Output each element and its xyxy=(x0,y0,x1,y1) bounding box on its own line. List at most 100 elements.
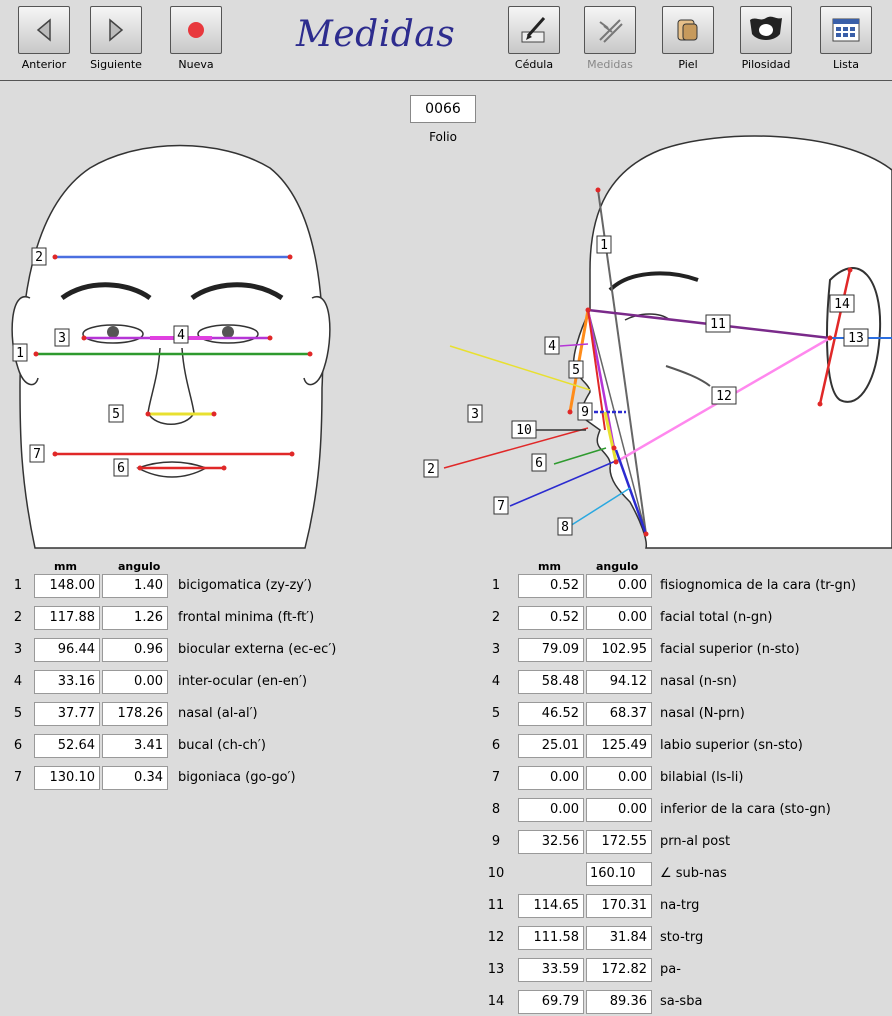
mm-field[interactable]: 0.00 xyxy=(518,766,584,790)
svg-text:1: 1 xyxy=(600,238,608,253)
siguiente-button[interactable]: Siguiente xyxy=(88,6,144,71)
angle-field[interactable]: 0.00 xyxy=(102,670,168,694)
measurement-description: na-trg xyxy=(660,898,700,913)
angle-field[interactable]: 31.84 xyxy=(586,926,652,950)
angle-field[interactable]: 3.41 xyxy=(102,734,168,758)
mm-field[interactable]: 37.77 xyxy=(34,702,100,726)
lista-button[interactable]: Lista xyxy=(818,6,874,71)
pen-icon xyxy=(521,17,546,43)
angle-field[interactable]: 0.96 xyxy=(102,638,168,662)
angle-field[interactable]: 89.36 xyxy=(586,990,652,1014)
angle-field[interactable]: 172.55 xyxy=(586,830,652,854)
right-arrow-icon xyxy=(109,18,124,42)
measurement-description: pa- xyxy=(660,962,681,977)
angle-field[interactable]: 0.34 xyxy=(102,766,168,790)
front-label-1: 1 xyxy=(12,343,28,362)
mm-field[interactable]: 117.88 xyxy=(34,606,100,630)
toolbar: Anterior Siguiente Nueva Medidas Cédula … xyxy=(0,0,892,81)
folio-field[interactable]: 0066 xyxy=(410,95,476,123)
angle-field[interactable]: 0.00 xyxy=(586,766,652,790)
svg-text:4: 4 xyxy=(177,328,185,343)
angle-field[interactable]: 125.49 xyxy=(586,734,652,758)
skin-icon xyxy=(677,19,698,41)
mm-field[interactable]: 130.10 xyxy=(34,766,100,790)
mm-field[interactable]: 25.01 xyxy=(518,734,584,758)
medidas-button[interactable]: Medidas xyxy=(582,6,638,71)
mm-field[interactable]: 32.56 xyxy=(518,830,584,854)
row-number: 7 xyxy=(13,770,23,785)
mm-field[interactable]: 33.59 xyxy=(518,958,584,982)
table-row: 2 0.52 0.00 facial total (n-gn) xyxy=(486,606,892,632)
table-row: 3 79.09 102.95 facial superior (n-sto) xyxy=(486,638,892,664)
row-number: 5 xyxy=(491,706,501,721)
front-measurements-table: mm angulo 1 148.00 1.40 bicigomatica (zy-zy… xyxy=(8,560,408,800)
mm-field[interactable]: 148.00 xyxy=(34,574,100,598)
angle-field[interactable]: 178.26 xyxy=(102,702,168,726)
angle-field[interactable]: 94.12 xyxy=(586,670,652,694)
front-label-3: 3 xyxy=(54,328,70,347)
mm-field[interactable]: 52.64 xyxy=(34,734,100,758)
row-number: 3 xyxy=(13,642,23,657)
nueva-label: Nueva xyxy=(178,58,214,71)
measurement-description: nasal (al-al′) xyxy=(178,706,258,721)
angle-field[interactable]: 0.00 xyxy=(586,606,652,630)
mm-field[interactable]: 0.52 xyxy=(518,606,584,630)
nueva-button[interactable]: Nueva xyxy=(168,6,224,71)
svg-text:2: 2 xyxy=(427,462,435,477)
svg-text:4: 4 xyxy=(548,339,556,354)
anterior-label: Anterior xyxy=(21,58,67,71)
anterior-button[interactable]: Anterior xyxy=(16,6,72,71)
side-label-2: 2 xyxy=(423,459,439,478)
side-label-8: 8 xyxy=(557,517,573,536)
mm-field[interactable]: 69.79 xyxy=(518,990,584,1014)
mm-field[interactable]: 114.65 xyxy=(518,894,584,918)
angle-field[interactable]: 0.00 xyxy=(586,798,652,822)
mm-field[interactable]: 58.48 xyxy=(518,670,584,694)
svg-text:6: 6 xyxy=(535,456,543,471)
table-row: 7 130.10 0.34 bigoniaca (go-go′) xyxy=(8,766,408,792)
cedula-button[interactable]: Cédula xyxy=(506,6,562,71)
row-number: 5 xyxy=(13,706,23,721)
measurement-description: fisiognomica de la cara (tr-gn) xyxy=(660,578,857,593)
angle-field[interactable]: 160.10 xyxy=(586,862,652,886)
row-number: 11 xyxy=(487,898,505,913)
table-row: 4 58.48 94.12 nasal (n-sn) xyxy=(486,670,892,696)
row-number: 14 xyxy=(487,994,505,1009)
measurement-description: ∠ sub-nas xyxy=(660,866,727,881)
measurement-description: biocular externa (ec-ec′) xyxy=(178,642,337,657)
svg-text:14: 14 xyxy=(834,297,850,312)
piel-button[interactable]: Piel xyxy=(660,6,716,71)
svg-text:6: 6 xyxy=(117,461,125,476)
angle-field[interactable]: 1.40 xyxy=(102,574,168,598)
measurement-description: bilabial (ls-li) xyxy=(660,770,744,785)
row-number: 12 xyxy=(487,930,505,945)
measurement-description: prn-al post xyxy=(660,834,731,849)
row-number: 1 xyxy=(13,578,23,593)
row-number: 13 xyxy=(487,962,505,977)
side-label-4: 4 xyxy=(544,336,560,355)
table-row: 8 0.00 0.00 inferior de la cara (sto-gn) xyxy=(486,798,892,824)
angle-field[interactable]: 170.31 xyxy=(586,894,652,918)
piel-label: Piel xyxy=(678,58,698,71)
side-label-10: 10 xyxy=(511,420,537,439)
angle-field[interactable]: 102.95 xyxy=(586,638,652,662)
mm-field[interactable]: 111.58 xyxy=(518,926,584,950)
mm-field[interactable]: 0.52 xyxy=(518,574,584,598)
angle-field[interactable]: 172.82 xyxy=(586,958,652,982)
angle-field[interactable]: 0.00 xyxy=(586,574,652,598)
lista-label: Lista xyxy=(833,58,859,71)
mm-field[interactable]: 0.00 xyxy=(518,798,584,822)
pilosidad-label: Pilosidad xyxy=(741,58,791,71)
pilosidad-button[interactable]: Pilosidad xyxy=(738,6,794,71)
table-row: 11 114.65 170.31 na-trg xyxy=(486,894,892,920)
measurement-description: sa-sba xyxy=(660,994,703,1009)
angle-field[interactable]: 68.37 xyxy=(586,702,652,726)
mm-field[interactable]: 33.16 xyxy=(34,670,100,694)
front-label-5: 5 xyxy=(108,404,124,423)
mm-field[interactable]: 46.52 xyxy=(518,702,584,726)
side-label-6: 6 xyxy=(531,453,547,472)
record-dot-icon xyxy=(188,22,204,38)
mm-field[interactable]: 96.44 xyxy=(34,638,100,662)
mm-field[interactable]: 79.09 xyxy=(518,638,584,662)
angle-field[interactable]: 1.26 xyxy=(102,606,168,630)
